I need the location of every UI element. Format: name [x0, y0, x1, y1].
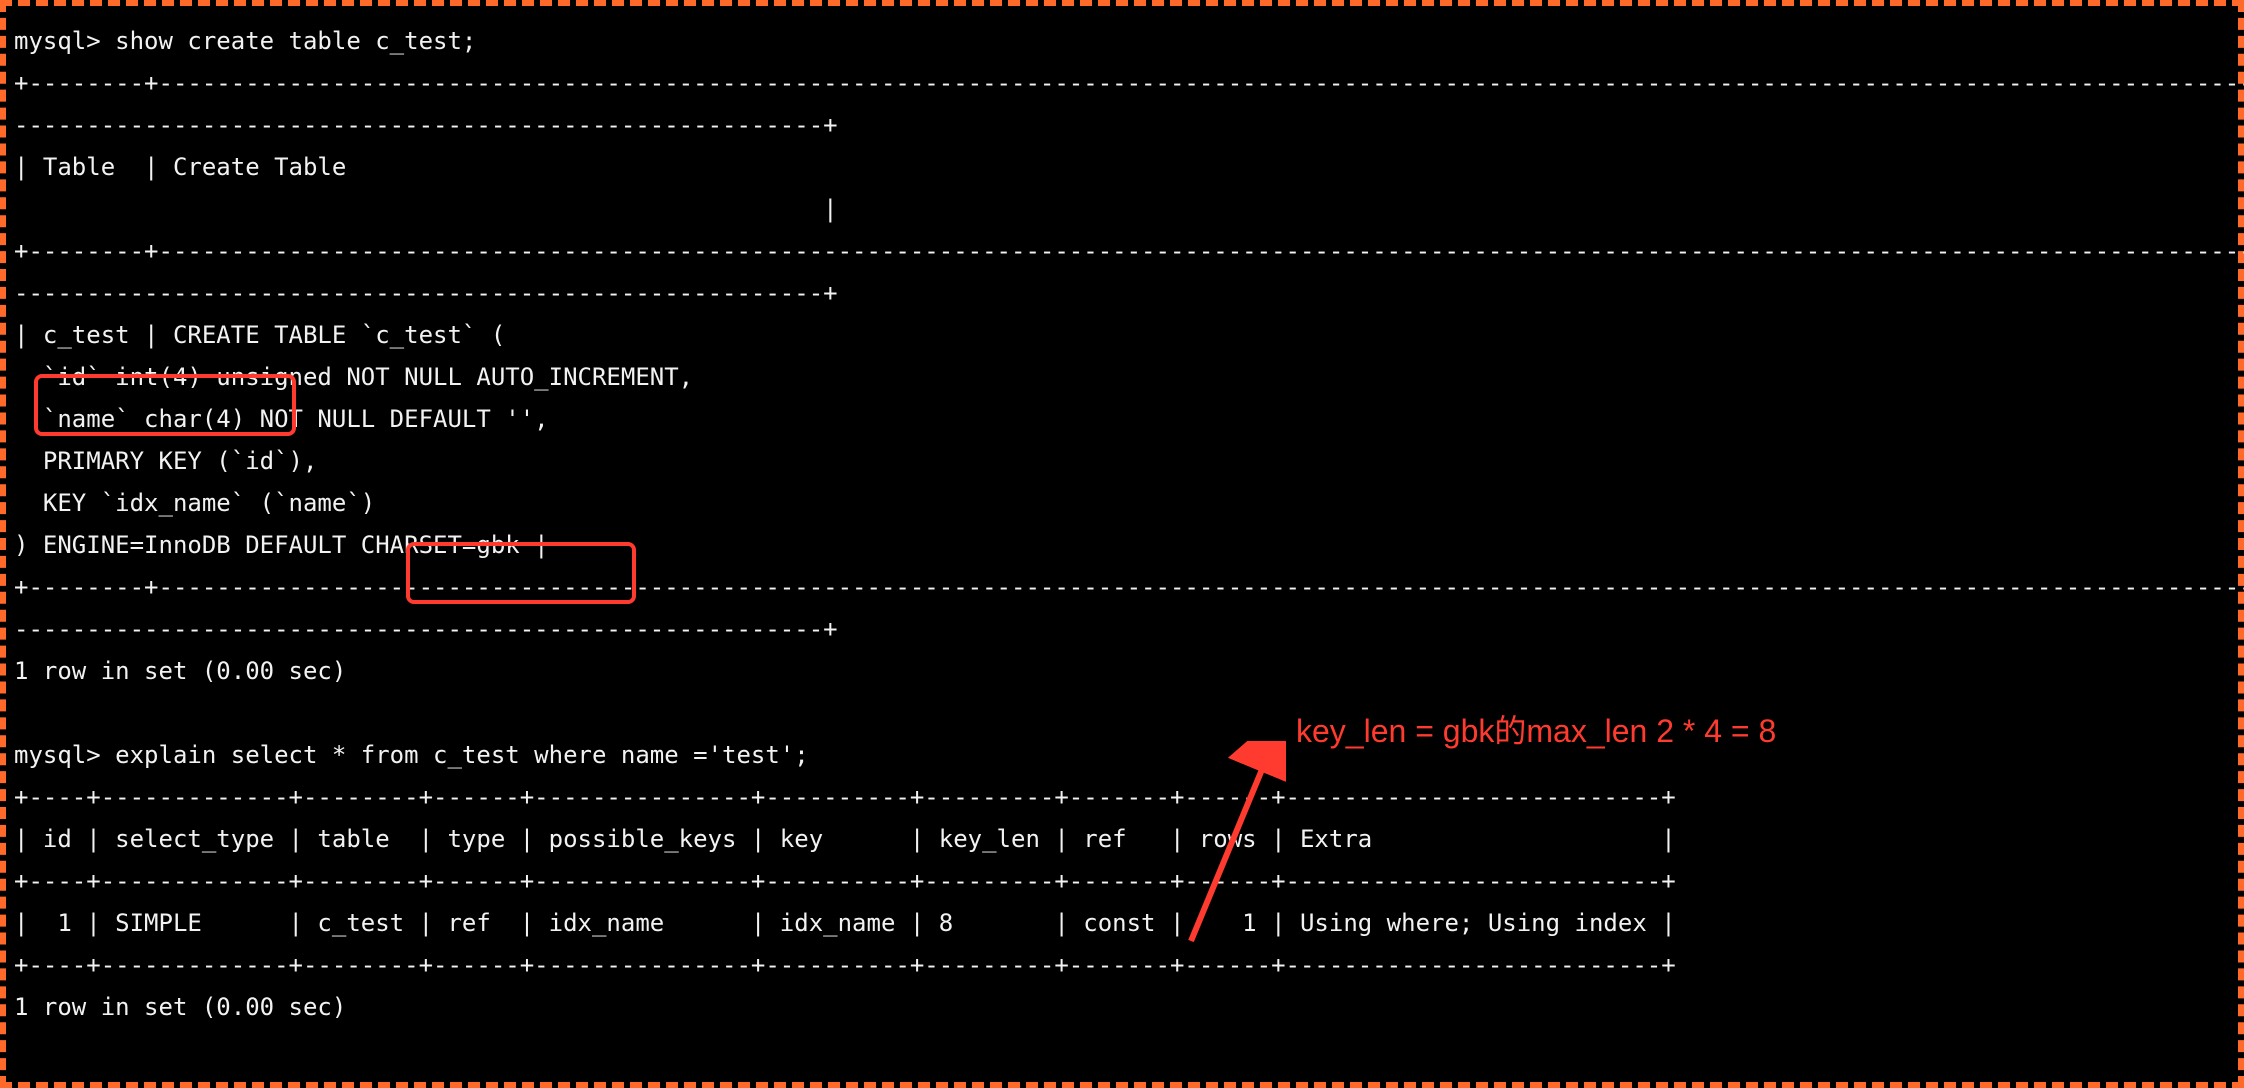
terminal-frame: mysql> show create table c_test; +------… — [0, 0, 2244, 1088]
terminal-output: mysql> show create table c_test; +------… — [14, 20, 2230, 1070]
